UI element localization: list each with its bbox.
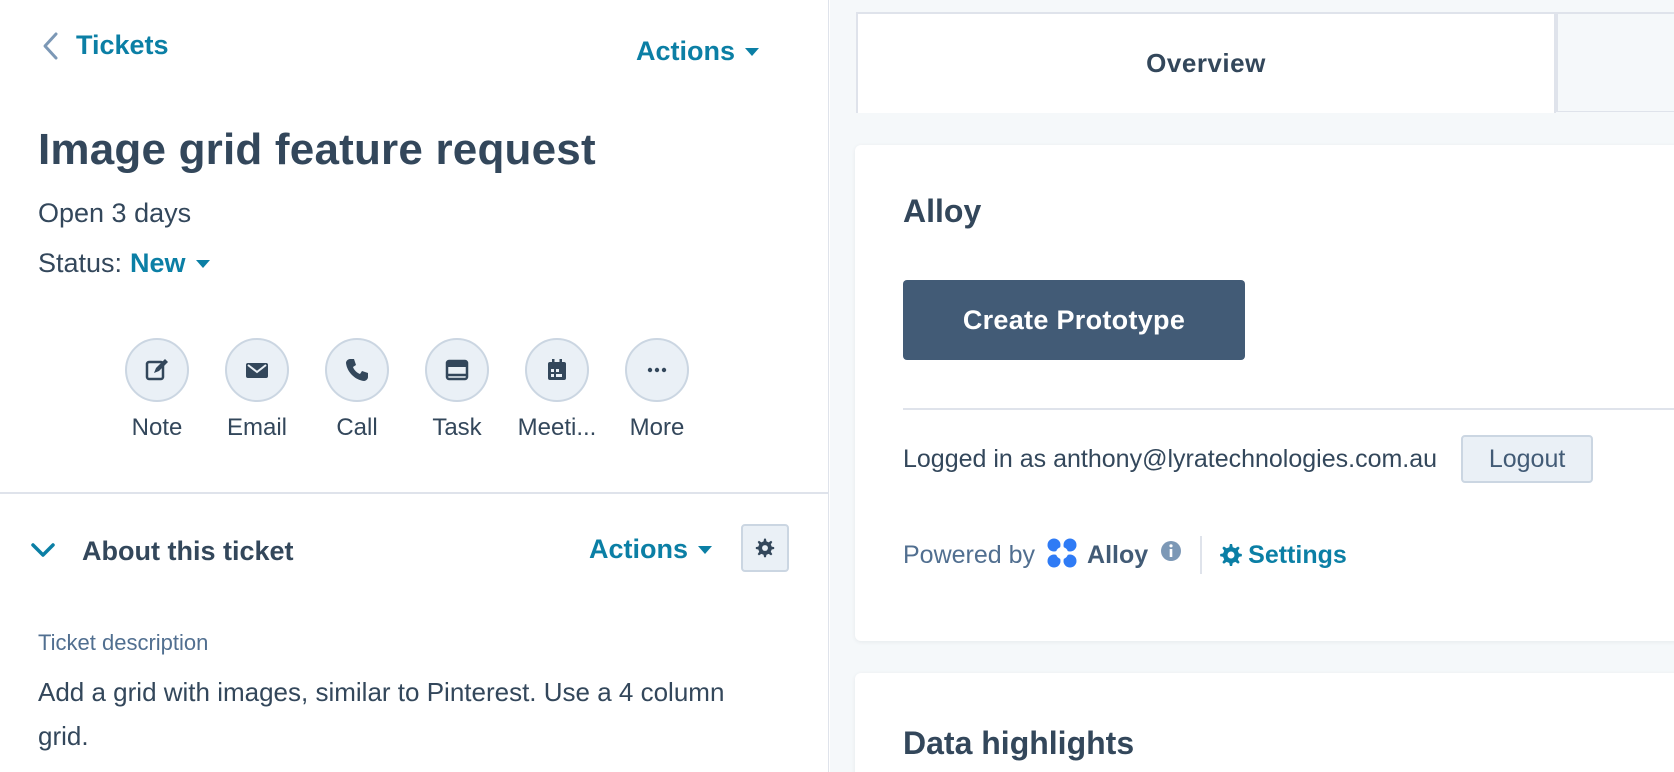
meeting-label: Meeti...: [517, 414, 597, 441]
alloy-logo-icon: [1045, 536, 1079, 575]
note-label: Note: [131, 414, 183, 441]
ticket-description-value[interactable]: Add a grid with images, similar to Pinte…: [38, 670, 738, 758]
tab-overview[interactable]: Overview: [856, 12, 1556, 113]
status-label: Status:: [38, 248, 123, 278]
caret-down-icon: [195, 259, 210, 268]
actions-dropdown[interactable]: Actions: [636, 36, 760, 67]
settings-link[interactable]: Settings: [1218, 541, 1347, 570]
back-link-label: Tickets: [76, 30, 169, 60]
status-row: Status: New: [38, 248, 210, 279]
create-prototype-button[interactable]: Create Prototype: [903, 280, 1245, 360]
about-section-title: About this ticket: [82, 536, 294, 566]
tab-bar: Overview: [856, 12, 1674, 113]
gear-icon: [755, 538, 775, 558]
ticket-sidebar: Tickets Actions Image grid feature reque…: [0, 0, 829, 772]
logout-button[interactable]: Logout: [1461, 435, 1594, 483]
ticket-description-label: Ticket description: [38, 630, 209, 655]
chevron-left-icon: [40, 31, 60, 61]
about-actions-label: Actions: [589, 534, 689, 564]
info-icon[interactable]: [1160, 540, 1182, 562]
powered-by-row: Powered by Alloy Settings: [903, 535, 1347, 575]
call-activity-button[interactable]: Call: [325, 338, 389, 442]
actions-label: Actions: [636, 36, 736, 66]
call-label: Call: [336, 414, 378, 441]
data-highlights-title: Data highlights: [903, 725, 1135, 761]
activity-actions: Note Email Call Task Meeti... More: [125, 338, 689, 442]
more-activity-button[interactable]: More: [625, 338, 689, 442]
alloy-card: Alloy Create Prototype Logged in as anth…: [855, 145, 1674, 641]
data-highlights-card: Data highlights: [855, 673, 1674, 772]
settings-link-label: Settings: [1248, 540, 1347, 569]
login-status-row: Logged in as anthony@lyratechnologies.co…: [903, 435, 1594, 483]
vertical-separator: [1200, 536, 1203, 574]
section-divider: [0, 492, 829, 494]
caret-down-icon: [745, 47, 760, 56]
tab-next[interactable]: [1556, 12, 1674, 111]
gear-icon: [1220, 543, 1242, 566]
card-divider: [903, 408, 1674, 410]
about-section-header: About this ticket Actions: [30, 524, 790, 580]
alloy-brand-name: Alloy: [1087, 540, 1149, 569]
status-value: New: [130, 248, 186, 278]
task-icon: [425, 338, 489, 402]
ticket-main-content: Overview Alloy Create Prototype Logged i…: [830, 0, 1674, 772]
email-activity-button[interactable]: Email: [225, 338, 289, 442]
note-icon: [125, 338, 189, 402]
email-icon: [225, 338, 289, 402]
logged-in-text: Logged in as anthony@lyratechnologies.co…: [903, 444, 1438, 473]
about-actions-dropdown[interactable]: Actions: [589, 534, 713, 565]
status-dropdown[interactable]: New: [130, 248, 210, 279]
ticket-open-duration: Open 3 days: [38, 198, 192, 228]
task-activity-button[interactable]: Task: [425, 338, 489, 442]
phone-icon: [325, 338, 389, 402]
meeting-activity-button[interactable]: Meeti...: [518, 338, 596, 442]
ticket-title: Image grid feature request: [38, 125, 596, 174]
ellipsis-icon: [625, 338, 689, 402]
chevron-down-icon[interactable]: [30, 540, 56, 565]
back-to-tickets-link[interactable]: Tickets: [40, 30, 169, 61]
about-settings-button[interactable]: [741, 524, 789, 572]
email-label: Email: [226, 414, 287, 441]
powered-by-label: Powered by: [903, 540, 1036, 569]
task-label: Task: [432, 414, 482, 441]
calendar-icon: [525, 338, 589, 402]
alloy-card-title: Alloy: [903, 193, 982, 229]
more-label: More: [629, 414, 685, 441]
caret-down-icon: [698, 545, 713, 554]
note-activity-button[interactable]: Note: [125, 338, 189, 442]
